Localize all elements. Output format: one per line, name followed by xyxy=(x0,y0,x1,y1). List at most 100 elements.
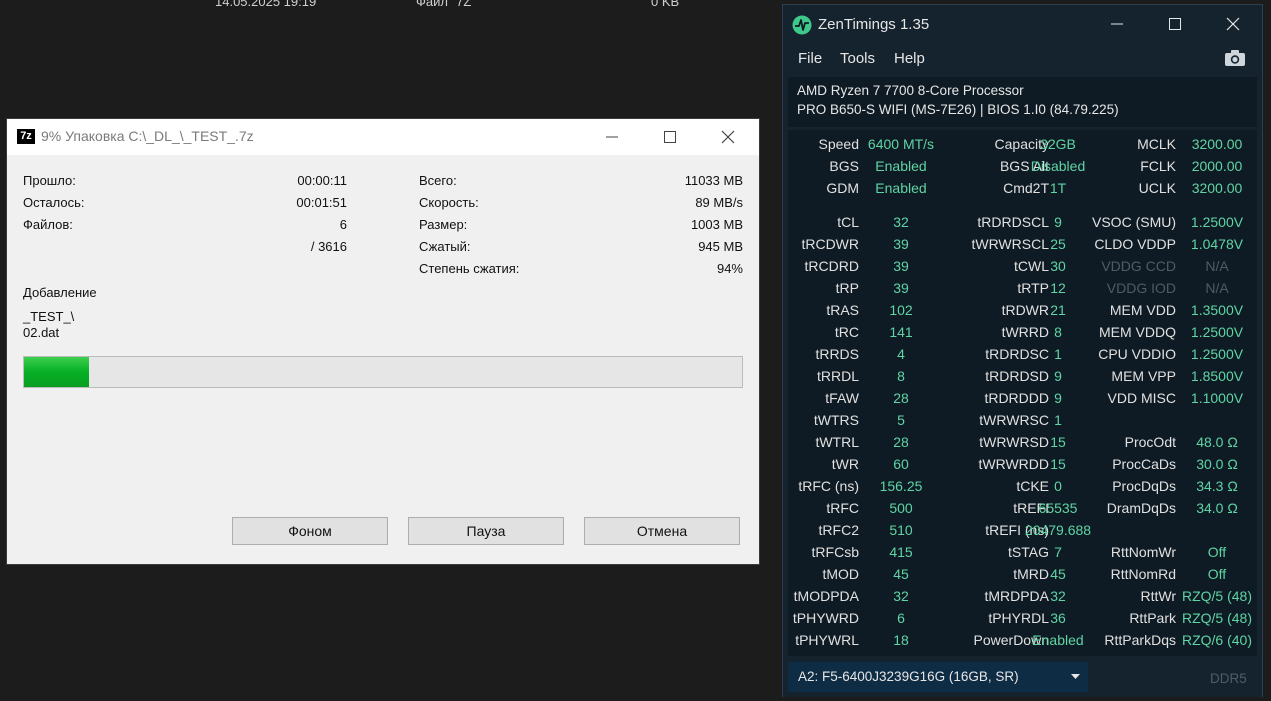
timing-label: tPHYWRD xyxy=(792,610,859,626)
timing-label: RttWr xyxy=(1140,588,1176,604)
current-file: 02.dat xyxy=(23,325,60,340)
timing-label: VDD MISC xyxy=(1107,390,1176,406)
board-bios: PRO B650-S WIFI (MS-7E26) | BIOS 1.I0 (8… xyxy=(797,102,1119,117)
stat-label: Осталось: xyxy=(23,195,85,210)
timing-label: tRCDRD xyxy=(804,258,859,274)
timing-value: N/A xyxy=(1205,280,1229,296)
timing-value: 30.0 Ω xyxy=(1196,456,1238,472)
menu-file[interactable]: File xyxy=(798,50,822,67)
timing-value: 1.2500V xyxy=(1190,214,1244,230)
timing-value: 34.3 Ω xyxy=(1196,478,1238,494)
timing-value: 1.3500V xyxy=(1190,302,1244,318)
timing-label: Speed xyxy=(818,136,859,152)
timing-value: RZQ/5 (48) xyxy=(1181,610,1252,626)
maximize-button[interactable] xyxy=(641,119,699,155)
timing-value: 1.2500V xyxy=(1190,346,1244,362)
timing-label: tRFC (ns) xyxy=(798,478,859,494)
stat-label: Размер: xyxy=(419,217,468,232)
timing-label: RttNomWr xyxy=(1110,544,1176,560)
explorer-file-row[interactable]: 14.05.2025 19:19 Файл "7Z" 0 KB xyxy=(0,0,780,9)
stat-value: 89 MB/s xyxy=(695,195,743,210)
timing-value: Off xyxy=(1207,544,1227,560)
system-info: AMD Ryzen 7 7700 8-Core Processor PRO B6… xyxy=(788,77,1257,127)
timing-label: CPU VDDIO xyxy=(1098,346,1176,362)
timing-label: tRCDWR xyxy=(801,236,859,252)
timing-label: GDM xyxy=(826,180,859,196)
stat-label: Скорость: xyxy=(419,195,479,210)
dimm-select-value: A2: F5-6400J3239G16G (16GB, SR) xyxy=(798,669,1019,684)
stat-label: Прошло: xyxy=(23,173,76,188)
stat-label: Всего: xyxy=(419,173,457,188)
minimize-icon xyxy=(606,136,618,138)
timing-value: 1 xyxy=(1054,412,1062,428)
dimm-select[interactable]: A2: F5-6400J3239G16G (16GB, SR) xyxy=(788,662,1088,692)
zentimings-logo-icon xyxy=(792,15,812,35)
timing-label: RttParkDqs xyxy=(1104,632,1176,648)
window-title: 9% Упаковка C:\_DL_\_TEST_.7z xyxy=(41,128,254,144)
timing-label: tWTRS xyxy=(813,412,859,428)
stat-value: 6 xyxy=(339,217,347,232)
timing-value: 1.1000V xyxy=(1190,390,1244,406)
menu-help[interactable]: Help xyxy=(894,50,925,67)
maximize-icon xyxy=(1169,18,1181,30)
timing-label: MCLK xyxy=(1137,136,1176,152)
timings-panel: Speed 6400 MT/s Capacity 32GB MCLK 3200.00 BGS… xyxy=(788,130,1257,656)
timing-label: tRFCsb xyxy=(811,544,859,560)
timing-value: 34.0 Ω xyxy=(1196,500,1238,516)
timing-label: VSOC (SMU) xyxy=(1092,214,1176,230)
timing-label: MEM VDDQ xyxy=(1099,324,1176,340)
timing-label: ProcDqDs xyxy=(1112,478,1176,494)
timing-label: MEM VPP xyxy=(1111,368,1176,384)
timing-value: 20479.688 xyxy=(1024,522,1092,538)
close-button[interactable] xyxy=(1204,5,1262,43)
pause-button[interactable]: Пауза xyxy=(408,517,564,545)
footer: A2: F5-6400J3239G16G (16GB, SR) DDR5 xyxy=(783,657,1262,697)
timing-label: tMODPDA xyxy=(793,588,859,604)
timing-label: tRAS xyxy=(826,302,859,318)
timing-label: tWR xyxy=(831,456,859,472)
title-bar[interactable]: ZenTimings 1.35 xyxy=(783,5,1262,43)
minimize-button[interactable] xyxy=(583,119,641,155)
current-folder: _TEST_\ xyxy=(23,309,75,324)
timing-label: UCLK xyxy=(1138,180,1176,196)
maximize-button[interactable] xyxy=(1146,5,1204,43)
timing-label: VDDG IOD xyxy=(1106,280,1176,296)
title-bar[interactable]: 7z 9% Упаковка C:\_DL_\_TEST_.7z xyxy=(7,119,759,155)
memory-type: DDR5 xyxy=(1210,671,1247,686)
7zip-icon: 7z xyxy=(17,129,35,144)
timing-label: tRP xyxy=(835,280,859,296)
progress-fill xyxy=(24,357,89,387)
timing-value: 1.0478V xyxy=(1190,236,1244,252)
stat-label: Степень сжатия: xyxy=(419,261,520,276)
maximize-icon xyxy=(664,131,676,143)
timing-label: tRRDS xyxy=(815,346,859,362)
timing-value: RZQ/5 (48) xyxy=(1181,588,1252,604)
timing-value: 1.8500V xyxy=(1190,368,1244,384)
close-icon xyxy=(1226,17,1240,31)
window-title: ZenTimings 1.35 xyxy=(818,16,930,33)
stat-label: Сжатый: xyxy=(419,239,471,254)
minimize-button[interactable] xyxy=(1088,5,1146,43)
timing-value: N/A xyxy=(1205,258,1229,274)
compression-progress-bar xyxy=(23,356,743,388)
stat-value: / 3616 xyxy=(310,239,347,254)
stat-label: Файлов: xyxy=(23,217,73,232)
timing-label: tRFC xyxy=(826,500,859,516)
timing-label: MEM VDD xyxy=(1109,302,1176,318)
background-button[interactable]: Фоном xyxy=(232,517,388,545)
screenshot-camera-icon[interactable] xyxy=(1224,49,1246,67)
zentimings-window: ZenTimings 1.35 File Tools Help AMD Ryze… xyxy=(782,4,1263,697)
timing-value: 3200.00 xyxy=(1191,180,1243,196)
7zip-progress-window: 7z 9% Упаковка C:\_DL_\_TEST_.7z Прошло:… xyxy=(7,119,759,564)
timing-label: FCLK xyxy=(1140,158,1176,174)
timing-label: tFAW xyxy=(825,390,859,406)
timing-label: RttPark xyxy=(1129,610,1176,626)
menu-tools[interactable]: Tools xyxy=(840,50,875,67)
timing-label: VDDG CCD xyxy=(1101,258,1176,274)
cancel-button[interactable]: Отмена xyxy=(584,517,740,545)
timing-label: tCL xyxy=(837,214,859,230)
timing-label: BGS xyxy=(829,158,859,174)
operation-label: Добавление xyxy=(23,285,97,300)
minimize-icon xyxy=(1111,23,1123,25)
timing-label: CLDO VDDP xyxy=(1094,236,1176,252)
